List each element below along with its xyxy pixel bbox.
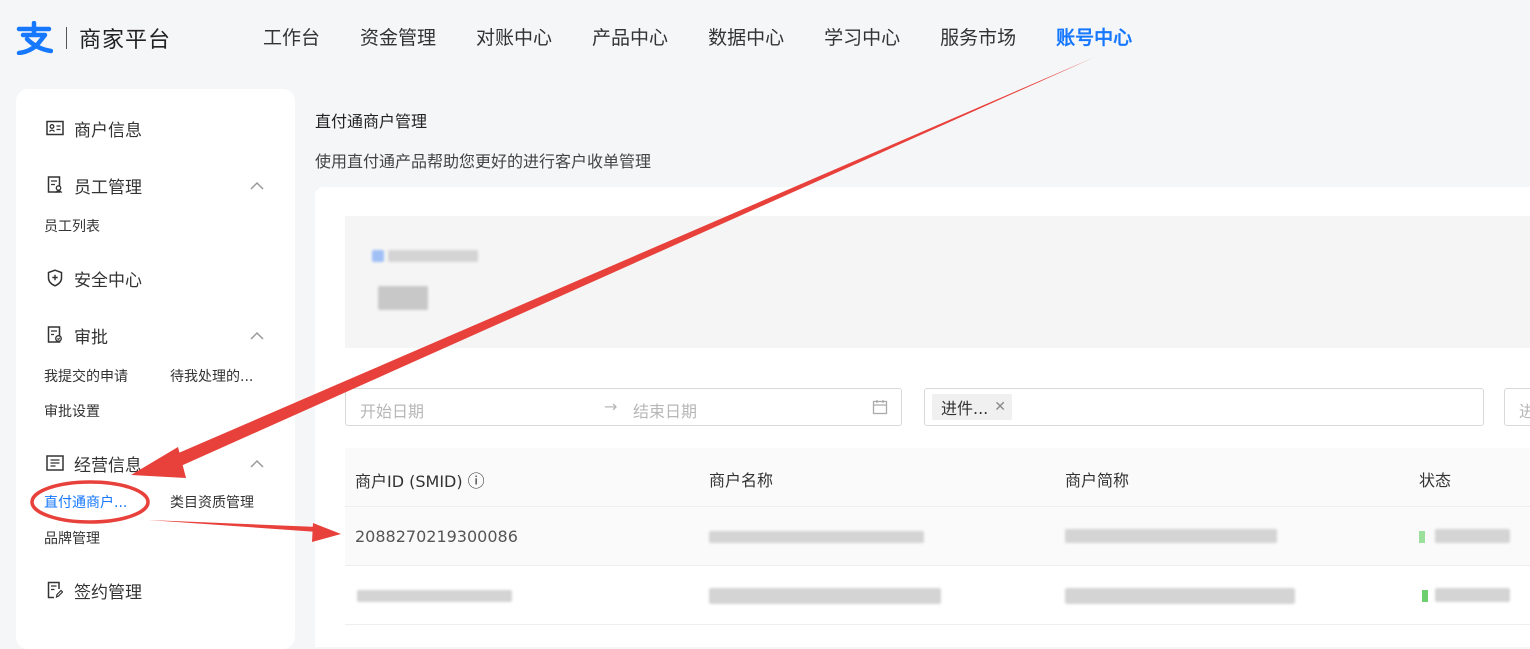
sidebar-item-category-qualification[interactable]: 类目资质管理 (170, 492, 254, 512)
shield-icon (44, 267, 66, 289)
id-card-icon (44, 117, 66, 139)
blurred-merchant-name (709, 531, 924, 543)
nav-item-data[interactable]: 数据中心 (708, 24, 784, 52)
page-title: 直付通商户管理 (315, 112, 428, 131)
logo-divider (66, 27, 67, 49)
third-filter-placeholder: 进 (1519, 402, 1530, 421)
table-header: 商户ID (SMID) ⓘ 商户名称 商户简称 状态 (345, 448, 1530, 507)
column-status: 状态 (1419, 471, 1452, 490)
page-description: 使用直付通产品帮助您更好的进行客户收单管理 (315, 152, 652, 171)
column-smid: 商户ID (SMID) ⓘ (355, 467, 485, 493)
blurred-status (1435, 529, 1510, 543)
nav-item-products[interactable]: 产品中心 (592, 24, 668, 52)
range-arrow-icon: → (604, 397, 618, 416)
sidebar-item-zhifutong-merchants[interactable]: 直付通商户... (44, 492, 127, 512)
status-tag[interactable]: 进件... ✕ (932, 394, 1012, 420)
sidebar-item-label: 审批 (74, 327, 108, 348)
blurred-label (388, 250, 478, 262)
sidebar-item-label: 员工管理 (74, 177, 142, 198)
sidebar-item-approval-settings[interactable]: 审批设置 (44, 401, 100, 421)
chevron-up-icon[interactable] (249, 178, 265, 194)
blurred-value (378, 286, 428, 310)
column-merchant-name: 商户名称 (709, 471, 774, 490)
status-dot (1419, 531, 1425, 543)
nav-item-funds[interactable]: 资金管理 (360, 24, 436, 52)
sidebar-group-business[interactable]: 经营信息 (44, 450, 142, 476)
column-label: 商户ID (SMID) (355, 471, 463, 491)
sidebar-item-label: 商户信息 (74, 120, 142, 141)
staff-doc-icon (44, 174, 66, 196)
date-range-picker[interactable]: 开始日期 → 结束日期 (345, 388, 902, 426)
blurred-merchant-name (709, 588, 941, 604)
sidebar-item-contract[interactable]: 签约管理 (44, 577, 142, 603)
list-doc-icon (44, 452, 66, 474)
info-icon[interactable]: ⓘ (468, 467, 485, 492)
nav-item-market[interactable]: 服务市场 (940, 24, 1016, 52)
end-date-input[interactable]: 结束日期 (633, 398, 697, 422)
sidebar-item-my-applications[interactable]: 我提交的申请 (44, 366, 128, 386)
third-filter-input[interactable]: 进 (1504, 388, 1530, 426)
top-bar: 商家平台 工作台 资金管理 对账中心 产品中心 数据中心 学习中心 服务市场 账… (0, 0, 1530, 76)
sidebar-item-pending-approvals[interactable]: 待我处理的... (170, 366, 253, 386)
chevron-up-icon[interactable] (249, 328, 265, 344)
blurred-status (1435, 588, 1510, 602)
sidebar-item-staff-list[interactable]: 员工列表 (44, 216, 100, 236)
merchant-summary-box (345, 216, 1530, 348)
sidebar-item-brand-management[interactable]: 品牌管理 (44, 528, 100, 548)
approval-doc-icon (44, 324, 66, 346)
top-nav: 工作台 资金管理 对账中心 产品中心 数据中心 学习中心 服务市场 账号中心 (263, 24, 1172, 52)
chevron-up-icon[interactable] (249, 456, 265, 472)
logo-text: 商家平台 (79, 28, 172, 53)
sidebar-item-label: 经营信息 (74, 455, 142, 476)
calendar-icon[interactable] (872, 399, 888, 415)
sidebar-group-staff[interactable]: 员工管理 (44, 172, 142, 198)
blurred-smid (357, 590, 512, 602)
blurred-merchant-short-name (1065, 529, 1277, 543)
table-row[interactable] (345, 566, 1530, 625)
blurred-indicator (372, 250, 384, 262)
status-dot (1422, 590, 1428, 602)
blurred-merchant-short-name (1065, 588, 1295, 604)
sidebar-item-merchant-info[interactable]: 商户信息 (44, 115, 142, 141)
sidebar: 商户信息 员工管理 员工列表 安全中心 审批 我提交的申请 待我处理的... 审… (16, 89, 295, 649)
close-icon[interactable]: ✕ (994, 399, 1006, 415)
sidebar-item-label: 签约管理 (74, 582, 142, 603)
alipay-logo-icon (14, 20, 54, 56)
sidebar-item-security[interactable]: 安全中心 (44, 265, 142, 291)
sidebar-group-approval[interactable]: 审批 (44, 322, 108, 348)
contract-edit-icon (44, 579, 66, 601)
nav-item-learning[interactable]: 学习中心 (824, 24, 900, 52)
sidebar-item-label: 安全中心 (74, 270, 142, 291)
status-select[interactable]: 进件... ✕ (924, 388, 1484, 426)
start-date-input[interactable]: 开始日期 (360, 398, 424, 422)
nav-item-workbench[interactable]: 工作台 (263, 24, 320, 52)
table-row[interactable]: 2088270219300086 (345, 507, 1530, 566)
column-merchant-short-name: 商户简称 (1065, 471, 1130, 490)
logo[interactable]: 商家平台 (14, 20, 171, 56)
nav-item-account[interactable]: 账号中心 (1056, 24, 1132, 52)
status-tag-label: 进件... (941, 399, 989, 418)
nav-item-reconciliation[interactable]: 对账中心 (476, 24, 552, 52)
cell-smid: 2088270219300086 (355, 527, 518, 546)
